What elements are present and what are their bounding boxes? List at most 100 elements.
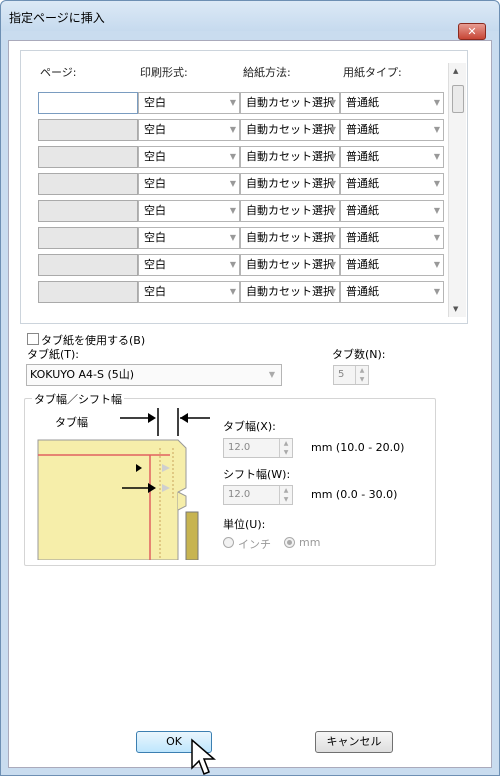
column-header-paper-type: 用紙タイプ:: [343, 66, 402, 79]
spin-up-icon[interactable]: ▲: [356, 366, 368, 375]
print-format-value: 空白: [144, 96, 166, 109]
tab-strip: [185, 511, 199, 560]
chevron-down-icon: ▼: [329, 179, 336, 188]
feed-method-select[interactable]: 自動カセット選択 ▼: [240, 254, 340, 276]
paper-type-value: 普通紙: [346, 96, 379, 109]
unit-inch-radio[interactable]: [223, 537, 234, 548]
chevron-down-icon: ▼: [229, 233, 236, 242]
tab-count-stepper[interactable]: 5 ▲ ▼: [333, 365, 369, 385]
print-format-value: 空白: [144, 231, 166, 244]
column-header-page: ページ:: [40, 66, 77, 79]
feed-method-select[interactable]: 自動カセット選択 ▼: [240, 200, 340, 222]
print-format-value: 空白: [144, 150, 166, 163]
tab-width-stepper[interactable]: 12.0 ▲ ▼: [223, 438, 293, 458]
title-bar: 指定ページに挿入: [1, 1, 499, 31]
paper-type-select[interactable]: 普通紙 ▼: [340, 281, 444, 303]
chevron-down-icon: ▼: [229, 287, 236, 296]
tab-paper-select[interactable]: KOKUYO A4-S (5山) ▼: [26, 364, 282, 386]
paper-type-select[interactable]: 普通紙 ▼: [340, 200, 444, 222]
chevron-down-icon: ▼: [433, 152, 440, 161]
paper-type-select[interactable]: 普通紙 ▼: [340, 146, 444, 168]
print-format-select[interactable]: 空白 ▼: [138, 173, 240, 195]
page-input[interactable]: [38, 119, 138, 141]
print-format-select[interactable]: 空白 ▼: [138, 281, 240, 303]
feed-method-select[interactable]: 自動カセット選択 ▼: [240, 173, 340, 195]
paper-type-value: 普通紙: [346, 204, 379, 217]
chevron-down-icon: ▼: [229, 98, 236, 107]
cancel-button[interactable]: キャンセル: [315, 731, 393, 753]
tab-count-value: 5: [338, 369, 345, 380]
tab-width-group-title: タブ幅／シフト幅: [32, 391, 124, 407]
print-format-select[interactable]: 空白 ▼: [138, 119, 240, 141]
tab-width-range: mm (10.0 - 20.0): [311, 441, 405, 454]
tab-paper-label: タブ紙(T):: [27, 348, 80, 361]
shift-width-stepper[interactable]: 12.0 ▲ ▼: [223, 485, 293, 505]
table-scrollbar[interactable]: ▲ ▼: [448, 63, 466, 317]
page-input[interactable]: [38, 227, 138, 249]
print-format-select[interactable]: 空白 ▼: [138, 92, 240, 114]
feed-method-value: 自動カセット選択: [246, 123, 334, 136]
paper-type-value: 普通紙: [346, 231, 379, 244]
paper-sheet: [37, 439, 187, 560]
paper-type-select[interactable]: 普通紙 ▼: [340, 119, 444, 141]
chevron-down-icon: ▼: [329, 287, 336, 296]
spin-down-icon[interactable]: ▼: [356, 375, 368, 384]
paper-type-select[interactable]: 普通紙 ▼: [340, 227, 444, 249]
paper-type-value: 普通紙: [346, 258, 379, 271]
close-button[interactable]: ✕: [458, 23, 486, 40]
page-input[interactable]: [38, 254, 138, 276]
unit-inch-label: インチ: [238, 538, 271, 551]
spin-up-icon[interactable]: ▲: [280, 439, 292, 448]
page-input[interactable]: [38, 173, 138, 195]
chevron-down-icon: ▼: [433, 179, 440, 188]
scroll-up-icon[interactable]: ▲: [453, 67, 458, 75]
chevron-down-icon: ▼: [229, 179, 236, 188]
chevron-down-icon: ▼: [268, 370, 275, 379]
paper-type-select[interactable]: 普通紙 ▼: [340, 92, 444, 114]
spin-down-icon[interactable]: ▼: [280, 495, 292, 504]
print-format-value: 空白: [144, 258, 166, 271]
spin-down-icon[interactable]: ▼: [280, 448, 292, 457]
tab-paper-value: KOKUYO A4-S (5山): [30, 368, 135, 381]
feed-method-select[interactable]: 自動カセット選択 ▼: [240, 92, 340, 114]
arrowhead-right-icon: [148, 413, 156, 423]
print-format-select[interactable]: 空白 ▼: [138, 146, 240, 168]
chevron-down-icon: ▼: [433, 233, 440, 242]
chevron-down-icon: ▼: [229, 206, 236, 215]
feed-method-select[interactable]: 自動カセット選択 ▼: [240, 227, 340, 249]
chevron-down-icon: ▼: [433, 260, 440, 269]
chevron-down-icon: ▼: [433, 98, 440, 107]
paper-type-value: 普通紙: [346, 150, 379, 163]
chevron-down-icon: ▼: [329, 152, 336, 161]
shift-width-value: 12.0: [228, 489, 251, 500]
feed-method-value: 自動カセット選択: [246, 96, 334, 109]
feed-method-value: 自動カセット選択: [246, 258, 334, 271]
feed-method-value: 自動カセット選択: [246, 285, 334, 298]
page-input[interactable]: [38, 146, 138, 168]
feed-method-select[interactable]: 自動カセット選択 ▼: [240, 119, 340, 141]
scroll-down-icon[interactable]: ▼: [453, 305, 458, 313]
feed-method-select[interactable]: 自動カセット選択 ▼: [240, 146, 340, 168]
paper-type-value: 普通紙: [346, 285, 379, 298]
chevron-down-icon: ▼: [329, 233, 336, 242]
print-format-select[interactable]: 空白 ▼: [138, 227, 240, 249]
feed-method-value: 自動カセット選択: [246, 177, 334, 190]
paper-type-select[interactable]: 普通紙 ▼: [340, 173, 444, 195]
scroll-thumb[interactable]: [452, 85, 464, 113]
column-header-print-format: 印刷形式:: [140, 66, 188, 79]
page-input[interactable]: [38, 92, 138, 114]
chevron-down-icon: ▼: [433, 287, 440, 296]
paper-type-value: 普通紙: [346, 123, 379, 136]
unit-mm-radio[interactable]: [284, 537, 295, 548]
print-format-value: 空白: [144, 285, 166, 298]
use-tab-paper-checkbox[interactable]: [27, 333, 39, 345]
feed-method-select[interactable]: 自動カセット選択 ▼: [240, 281, 340, 303]
paper-type-select[interactable]: 普通紙 ▼: [340, 254, 444, 276]
page-input[interactable]: [38, 200, 138, 222]
paper-tab: [177, 491, 187, 511]
print-format-select[interactable]: 空白 ▼: [138, 254, 240, 276]
tab-count-label: タブ数(N):: [332, 348, 386, 361]
print-format-select[interactable]: 空白 ▼: [138, 200, 240, 222]
spin-up-icon[interactable]: ▲: [280, 486, 292, 495]
page-input[interactable]: [38, 281, 138, 303]
